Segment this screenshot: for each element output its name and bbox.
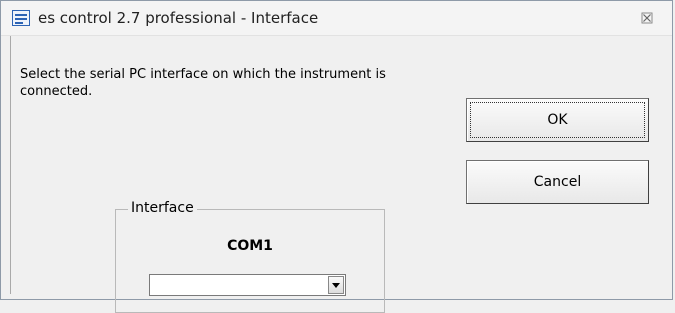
- instruction-text: Select the serial PC interface on which …: [20, 67, 386, 99]
- dialog-body: Select the serial PC interface on which …: [10, 36, 665, 313]
- dropdown-arrow-icon: [332, 283, 340, 288]
- title-bar[interactable]: es control 2.7 professional - Interface: [1, 1, 672, 36]
- close-icon: [641, 12, 653, 24]
- close-button[interactable]: [636, 8, 658, 28]
- cancel-button[interactable]: Cancel: [466, 160, 649, 204]
- interface-combobox[interactable]: [149, 274, 346, 296]
- window-title: es control 2.7 professional - Interface: [38, 9, 319, 27]
- interface-group-legend: Interface: [128, 200, 197, 216]
- selected-port-label: COM1: [227, 238, 273, 254]
- ok-button-label: OK: [547, 112, 568, 128]
- cancel-button-label: Cancel: [533, 174, 582, 190]
- ok-button[interactable]: OK: [466, 98, 649, 142]
- dropdown-button[interactable]: [328, 276, 344, 294]
- interface-groupbox: Interface COM1: [115, 200, 385, 313]
- form-window-icon: [12, 10, 30, 26]
- dialog-window: es control 2.7 professional - Interface …: [0, 0, 673, 313]
